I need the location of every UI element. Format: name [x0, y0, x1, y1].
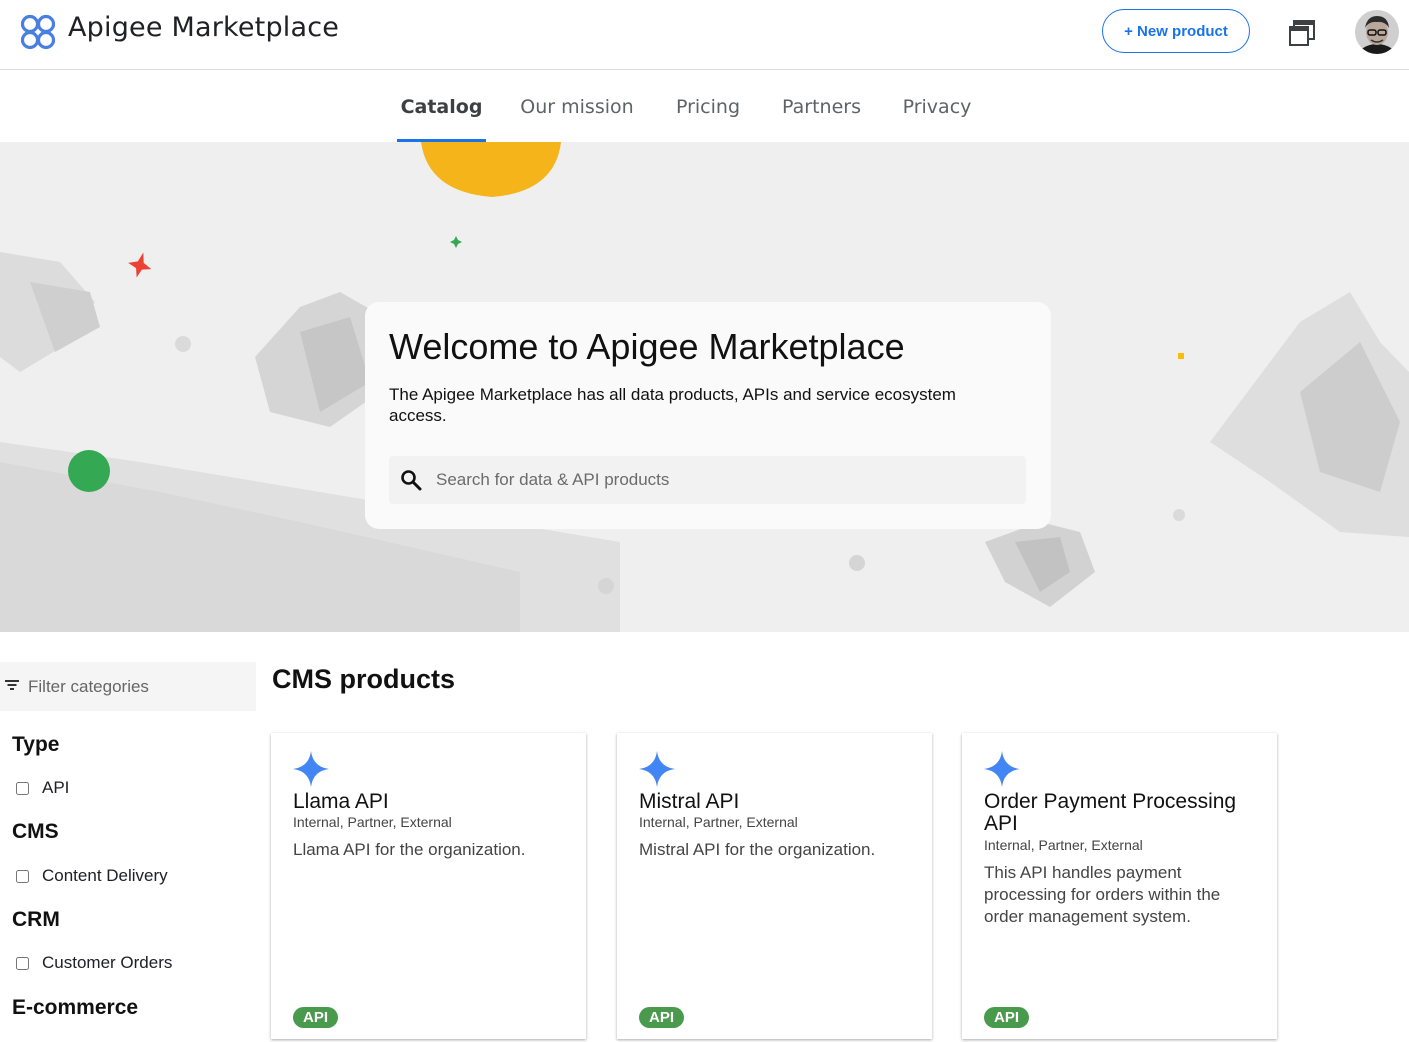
product-description: This API handles payment processing for … [984, 863, 1221, 926]
tab-our-mission[interactable]: Our mission [512, 71, 642, 142]
user-avatar[interactable] [1355, 10, 1399, 54]
hero-banner: Welcome to Apigee Marketplace The Apigee… [0, 142, 1409, 632]
category-heading-cms: CMS [12, 820, 59, 843]
sparkle-star-icon [984, 751, 1020, 787]
category-heading-ecommerce: E-commerce [12, 996, 139, 1019]
tab-privacy[interactable]: Privacy [895, 71, 979, 142]
welcome-card: Welcome to Apigee Marketplace The Apigee… [365, 302, 1051, 529]
category-heading-type: Type [12, 733, 60, 756]
product-card-order-payment[interactable]: Order Payment Processing API Internal, P… [962, 733, 1277, 1039]
product-description: Mistral API for the organization. [639, 840, 876, 859]
app-title[interactable]: Apigee Marketplace [68, 12, 339, 43]
apigee-logo-icon[interactable] [19, 13, 57, 51]
checkbox-customer-orders[interactable] [16, 956, 29, 970]
category-option-label: API [42, 778, 70, 797]
category-option-label: Content Delivery [42, 866, 168, 885]
filter-list-icon [5, 680, 19, 690]
product-type-badge: API [984, 1007, 1030, 1028]
checkbox-content-delivery[interactable] [16, 869, 29, 883]
main-nav-tabs: Catalog Our mission Pricing Partners Pri… [0, 71, 1409, 142]
checkbox-api[interactable] [16, 781, 29, 795]
product-card-llama[interactable]: Llama API Internal, Partner, External Ll… [271, 733, 586, 1039]
filter-categories-box[interactable] [0, 662, 256, 711]
product-audience: Internal, Partner, External [984, 837, 1143, 853]
tab-partners[interactable]: Partners [773, 71, 870, 142]
tab-pricing[interactable]: Pricing [668, 71, 748, 142]
product-type-badge: API [639, 1007, 685, 1028]
welcome-description: The Apigee Marketplace has all data prod… [389, 385, 956, 425]
category-option-label: Customer Orders [42, 953, 173, 972]
sparkle-star-icon [639, 751, 675, 787]
window-stack-icon[interactable] [1288, 19, 1316, 47]
filter-categories-input[interactable] [28, 662, 248, 711]
search-icon [401, 470, 422, 491]
product-audience: Internal, Partner, External [293, 814, 452, 830]
product-type-badge: API [293, 1007, 339, 1028]
product-audience: Internal, Partner, External [639, 814, 798, 830]
product-description: Llama API for the organization. [293, 840, 526, 859]
avatar-photo-icon [1355, 10, 1399, 54]
sparkle-star-icon [293, 751, 329, 787]
product-card-mistral[interactable]: Mistral API Internal, Partner, External … [617, 733, 932, 1039]
tab-catalog[interactable]: Catalog [397, 71, 486, 142]
search-input[interactable] [436, 456, 1016, 504]
category-option-api[interactable]: API [15, 777, 69, 799]
product-search-box[interactable] [389, 456, 1026, 504]
product-name[interactable]: Mistral API [639, 791, 909, 813]
section-title: CMS products [272, 664, 456, 694]
welcome-title: Welcome to Apigee Marketplace [389, 326, 905, 367]
new-product-button[interactable]: + New product [1102, 9, 1250, 53]
product-name[interactable]: Llama API [293, 791, 563, 813]
category-option-content-delivery[interactable]: Content Delivery [15, 865, 168, 887]
category-heading-crm: CRM [12, 908, 60, 931]
product-name[interactable]: Order Payment Processing API [984, 791, 1254, 835]
category-option-customer-orders[interactable]: Customer Orders [15, 952, 172, 974]
top-app-bar: Apigee Marketplace + New product [0, 0, 1409, 70]
